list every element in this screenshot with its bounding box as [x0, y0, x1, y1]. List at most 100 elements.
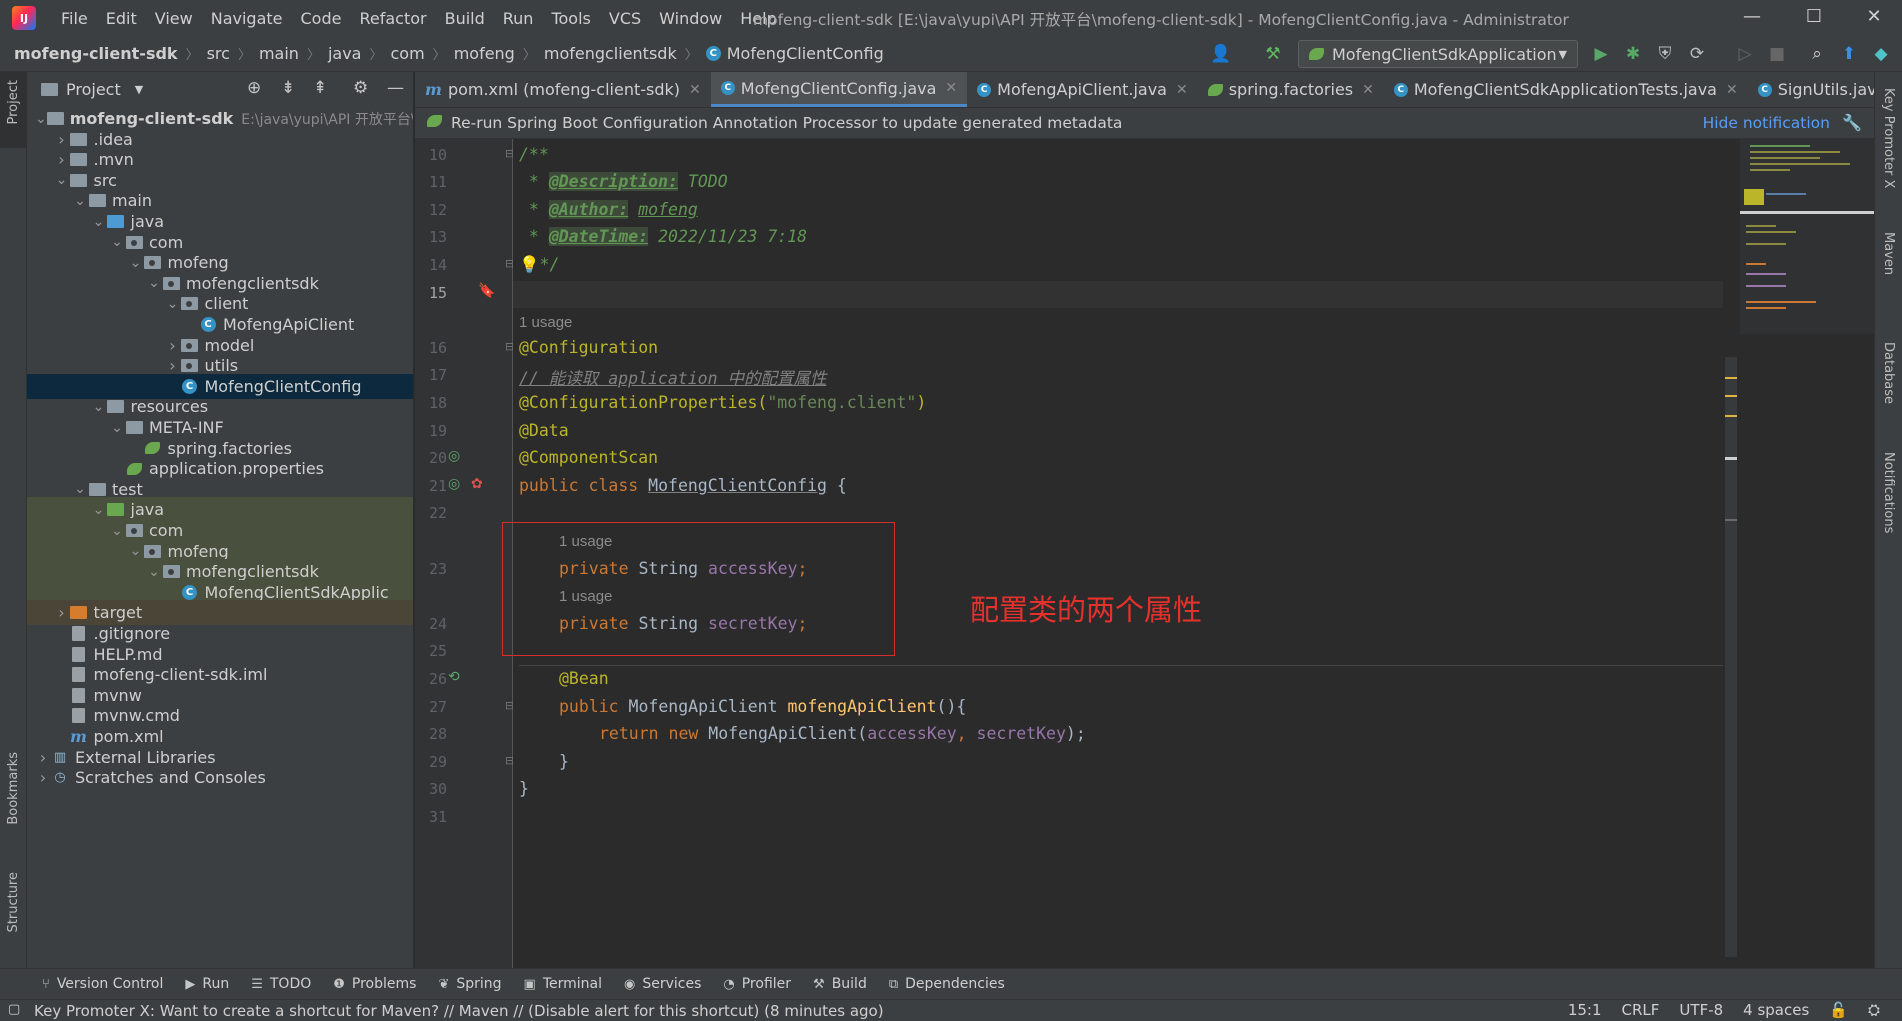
maven-tool-button[interactable]: Maven — [1881, 232, 1896, 275]
caret-position[interactable]: 15:1 — [1568, 1001, 1602, 1019]
spring-run-icon[interactable]: ✿ — [471, 476, 483, 492]
menu-edit[interactable]: Edit — [97, 9, 146, 28]
profile-icon[interactable]: ⟳ — [1686, 43, 1708, 65]
status-message[interactable]: Key Promoter X: Want to create a shortcu… — [34, 1002, 884, 1020]
chevron-right-icon[interactable]: › — [35, 748, 51, 767]
tool-terminal[interactable]: ▣ Terminal — [524, 976, 602, 992]
breadcrumb-main[interactable]: main — [259, 44, 299, 63]
close-tab-icon[interactable]: ✕ — [689, 82, 701, 98]
user-icon[interactable]: 👤 — [1210, 43, 1232, 65]
close-icon[interactable]: ✕ — [1862, 6, 1886, 30]
tool-version-control[interactable]: ⑂ Version Control — [42, 976, 163, 992]
usage-hint[interactable]: 1 usage — [519, 314, 572, 331]
vertical-scrollbar[interactable] — [1725, 357, 1737, 957]
tab-application-tests[interactable]: C MofengClientSdkApplicationTests.java ✕ — [1384, 72, 1748, 107]
close-tab-icon[interactable]: ✕ — [1362, 82, 1374, 98]
breadcrumb-mofengclientsdk[interactable]: mofengclientsdk — [544, 44, 677, 63]
chevron-right-icon[interactable]: › — [54, 150, 70, 169]
locate-icon[interactable]: ⊕ — [247, 78, 261, 98]
chevron-down-icon[interactable]: ⌄ — [35, 111, 47, 127]
chevron-down-icon[interactable]: ⌄ — [146, 564, 162, 580]
tool-build[interactable]: ⚒ Build — [813, 976, 867, 992]
spring-bean-icon[interactable]: ◎ — [448, 476, 460, 492]
tool-run[interactable]: ▶ Run — [185, 976, 229, 992]
menu-view[interactable]: View — [146, 9, 202, 28]
breadcrumb-mofeng[interactable]: mofeng — [454, 44, 515, 63]
chevron-right-icon[interactable]: › — [165, 356, 181, 375]
hide-notification-link[interactable]: Hide notification — [1703, 114, 1830, 132]
menu-tools[interactable]: Tools — [542, 9, 599, 28]
key-promoter-tool-button[interactable]: Key Promoter X — [1881, 88, 1896, 188]
intellij-logo-icon[interactable]: IJ — [12, 6, 36, 30]
tab-mofeng-client-config[interactable]: C MofengClientConfig.java ✕ — [710, 72, 968, 107]
menu-build[interactable]: Build — [436, 9, 494, 28]
chevron-down-icon[interactable]: ⌄ — [91, 399, 107, 415]
chevron-down-icon[interactable]: ⌄ — [128, 543, 144, 559]
breadcrumb-src[interactable]: src — [207, 44, 230, 63]
chevron-right-icon[interactable]: › — [54, 603, 70, 622]
lightbulb-icon[interactable]: 💡 — [519, 255, 540, 274]
event-log-icon[interactable]: ⛭ — [1868, 1001, 1880, 1019]
tab-mofeng-api-client[interactable]: C MofengApiClient.java ✕ — [967, 72, 1198, 107]
run-icon[interactable]: ▶ — [1590, 43, 1612, 65]
code-minimap[interactable] — [1740, 139, 1874, 334]
step-icon[interactable]: ▷ — [1734, 43, 1756, 65]
chevron-right-icon[interactable]: › — [35, 768, 51, 787]
spring-bean-icon[interactable]: ⟲ — [448, 669, 460, 685]
layout-toggle-icon[interactable]: ▢ — [8, 1002, 20, 1017]
notifications-tool-button[interactable]: Notifications — [1881, 452, 1896, 533]
chevron-down-icon[interactable]: ⌄ — [128, 255, 144, 271]
minimize-icon[interactable]: — — [1740, 6, 1764, 30]
chevron-down-icon[interactable]: ⌄ — [72, 481, 88, 497]
tab-pom-xml[interactable]: m pom.xml (mofeng-client-sdk) ✕ — [415, 72, 711, 107]
project-panel-title[interactable]: Project — [66, 80, 121, 99]
debug-icon[interactable]: ✱ — [1622, 43, 1644, 65]
spring-bean-icon[interactable]: ◎ — [448, 448, 460, 464]
toolbox-icon[interactable]: ◆ — [1870, 43, 1892, 65]
chevron-right-icon[interactable]: › — [165, 336, 181, 355]
collapse-all-icon[interactable]: ⇞ — [313, 78, 327, 98]
menu-vcs[interactable]: VCS — [600, 9, 650, 28]
chevron-down-icon[interactable]: ⌄ — [54, 172, 70, 188]
breadcrumb-com[interactable]: com — [391, 44, 425, 63]
maximize-icon[interactable]: ☐ — [1802, 6, 1826, 30]
wrench-icon[interactable]: 🔧 — [1842, 113, 1862, 132]
close-tab-icon[interactable]: ✕ — [945, 80, 957, 96]
tool-todo[interactable]: ☰ TODO — [251, 976, 311, 992]
menu-run[interactable]: Run — [494, 9, 543, 28]
gear-icon[interactable]: ⚙ — [353, 78, 368, 98]
lock-icon[interactable]: 🔓 — [1829, 1001, 1848, 1019]
menu-refactor[interactable]: Refactor — [350, 9, 435, 28]
stop-icon[interactable]: ■ — [1766, 43, 1788, 65]
warning-marker[interactable] — [1725, 415, 1737, 417]
database-tool-button[interactable]: Database — [1881, 342, 1896, 404]
close-tab-icon[interactable]: ✕ — [1726, 82, 1738, 98]
tool-problems[interactable]: ❶ Problems — [333, 976, 416, 992]
menu-window[interactable]: Window — [650, 9, 731, 28]
tool-spring[interactable]: ❦ Spring — [438, 976, 501, 992]
chevron-down-icon[interactable]: ⌄ — [72, 193, 88, 209]
menu-code[interactable]: Code — [292, 9, 351, 28]
tool-profiler[interactable]: ◔ Profiler — [723, 976, 791, 992]
close-tab-icon[interactable]: ✕ — [1176, 82, 1188, 98]
chevron-down-icon[interactable]: ⌄ — [146, 275, 162, 291]
line-separator[interactable]: CRLF — [1622, 1001, 1660, 1019]
chevron-down-icon[interactable]: ⌄ — [109, 523, 125, 539]
breadcrumb-project[interactable]: mofeng-client-sdk — [14, 44, 178, 63]
breadcrumb-class[interactable]: MofengClientConfig — [727, 44, 884, 63]
search-icon[interactable]: ⌕ — [1806, 43, 1828, 65]
chevron-down-icon[interactable]: ▼ — [135, 83, 143, 96]
build-hammer-icon[interactable]: ⚒ — [1262, 43, 1284, 65]
hide-icon[interactable]: — — [387, 78, 404, 98]
editor-gutter[interactable]: 10 11 12 13 14 15 16 17 18 19 20 21 22 2… — [415, 139, 514, 968]
structure-tool-button[interactable]: Structure — [6, 872, 21, 932]
run-configuration-select[interactable]: MofengClientSdkApplication ▼ — [1298, 40, 1578, 68]
chevron-down-icon[interactable]: ⌄ — [91, 214, 107, 230]
indent-setting[interactable]: 4 spaces — [1743, 1001, 1809, 1019]
chevron-down-icon[interactable]: ⌄ — [109, 420, 125, 436]
breadcrumb-java[interactable]: java — [328, 44, 362, 63]
chevron-down-icon[interactable]: ⌄ — [91, 502, 107, 518]
file-encoding[interactable]: UTF-8 — [1679, 1001, 1723, 1019]
tool-dependencies[interactable]: ⧉ Dependencies — [889, 976, 1005, 992]
tab-spring-factories[interactable]: spring.factories ✕ — [1198, 72, 1384, 107]
